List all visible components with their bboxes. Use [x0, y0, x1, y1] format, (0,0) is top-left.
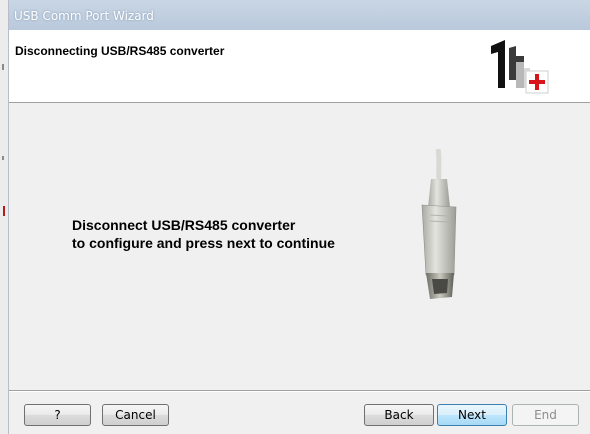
- wizard-content: Disconnect USB/RS485 converter to config…: [9, 103, 590, 390]
- instruction-line-2: to configure and press next to continue: [72, 235, 335, 251]
- back-button[interactable]: Back: [364, 404, 434, 426]
- help-button[interactable]: ?: [24, 404, 91, 426]
- end-button[interactable]: End: [512, 404, 579, 426]
- desktop-mark: [2, 156, 4, 160]
- wizard-header: Disconnecting USB/RS485 converter: [9, 30, 590, 103]
- title-bar[interactable]: USB Comm Port Wizard: [9, 0, 590, 30]
- page-heading: Disconnecting USB/RS485 converter: [15, 44, 225, 58]
- wizard-window: USB Comm Port Wizard Disconnecting USB/R…: [8, 0, 590, 434]
- wizard-footer: ? Cancel Back Next End: [9, 392, 590, 434]
- desktop-mark: [2, 64, 4, 70]
- instruction-line-1: Disconnect USB/RS485 converter: [72, 217, 296, 233]
- next-button[interactable]: Next: [437, 404, 507, 426]
- 1t-plus-logo-icon: [491, 40, 549, 94]
- desktop-mark-red: [3, 206, 5, 216]
- cancel-button[interactable]: Cancel: [102, 404, 169, 426]
- desktop-edge: [0, 0, 8, 434]
- usb-cable-icon: [421, 149, 457, 299]
- window-title: USB Comm Port Wizard: [14, 9, 154, 23]
- instruction-message: Disconnect USB/RS485 converter to config…: [72, 216, 335, 252]
